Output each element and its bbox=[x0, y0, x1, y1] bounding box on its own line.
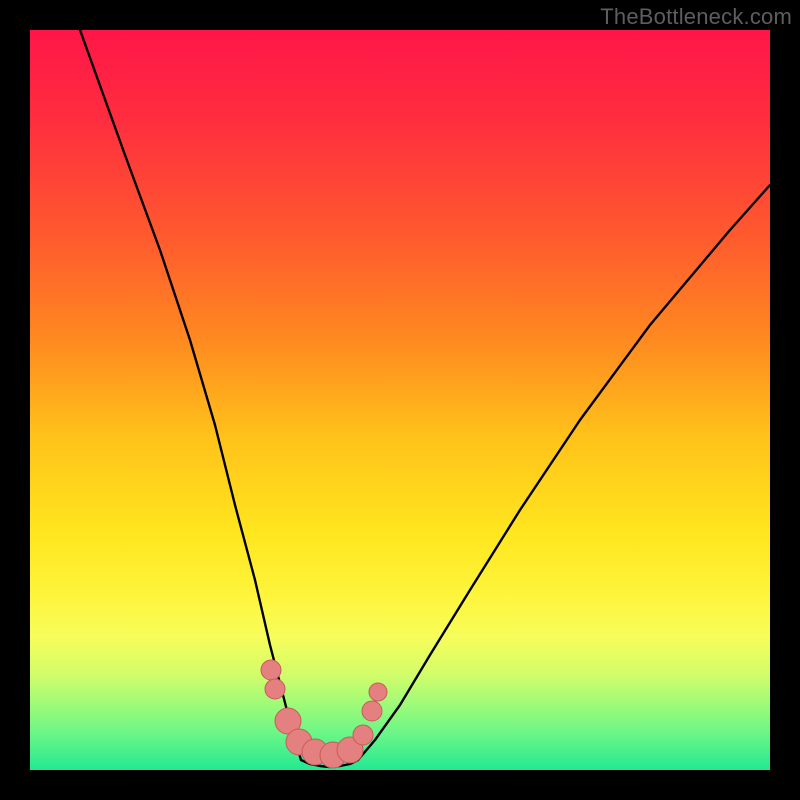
chart-stage: TheBottleneck.com bbox=[0, 0, 800, 800]
curve-marker bbox=[286, 729, 312, 755]
v-curve-path bbox=[80, 30, 770, 767]
curve-marker bbox=[265, 679, 285, 699]
curve-marker bbox=[353, 725, 373, 745]
attribution-label: TheBottleneck.com bbox=[600, 4, 792, 30]
curve-marker bbox=[275, 708, 301, 734]
curve-marker bbox=[369, 683, 387, 701]
curve-marker bbox=[261, 660, 281, 680]
curve-marker bbox=[302, 739, 328, 765]
curve-marker bbox=[320, 742, 346, 768]
curve-markers bbox=[261, 660, 387, 768]
bottleneck-curve bbox=[30, 30, 770, 770]
curve-marker bbox=[337, 737, 363, 763]
curve-marker bbox=[362, 701, 382, 721]
gradient-plot-area bbox=[30, 30, 770, 770]
